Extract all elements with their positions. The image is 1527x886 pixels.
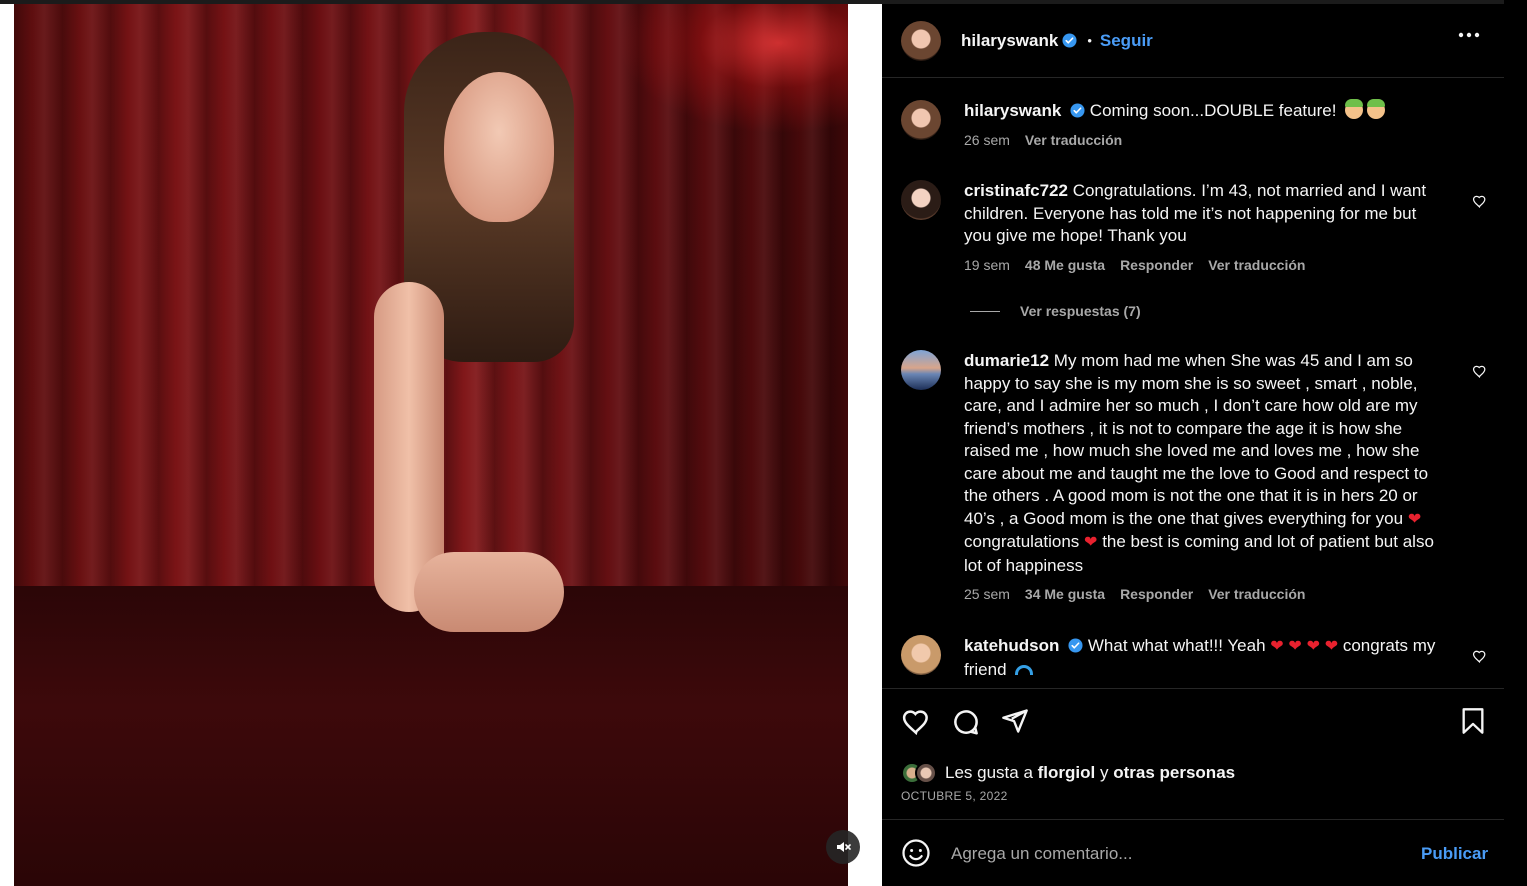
likes-prefix: Les gusta a (945, 763, 1033, 782)
liker-username[interactable]: florgiol (1038, 763, 1096, 782)
comment-like-heart-icon[interactable] (1472, 194, 1487, 208)
view-replies-label: Ver respuestas (7) (1020, 303, 1141, 319)
comment-time: 25 sem (964, 586, 1010, 602)
caption-translate-link[interactable]: Ver traducción (1025, 131, 1122, 149)
comment-reply-button[interactable]: Responder (1120, 256, 1193, 274)
comment-reply-button[interactable]: Responder (1120, 585, 1193, 603)
comment-username[interactable]: katehudson (964, 636, 1059, 655)
post-photo[interactable] (14, 4, 848, 886)
separator-dot: • (1087, 33, 1092, 48)
verified-badge-icon (1070, 103, 1085, 118)
red-heart-emoji-icon: ❤ (1288, 638, 1302, 655)
follow-button[interactable]: Seguir (1100, 31, 1153, 51)
comment-input[interactable] (951, 839, 1391, 869)
baby-emoji-icon (1367, 99, 1386, 119)
post-header: hilaryswank • Seguir (882, 4, 1504, 78)
author-username[interactable]: hilaryswank (961, 31, 1058, 51)
more-options-icon[interactable] (1458, 32, 1480, 38)
comment-username[interactable]: cristinafc722 (964, 181, 1068, 200)
likes-text: Les gusta a florgiol y otras personas (945, 763, 1235, 783)
publish-button[interactable]: Publicar (1421, 844, 1488, 864)
comment-icon[interactable] (951, 707, 981, 737)
comment-translate-link[interactable]: Ver traducción (1208, 585, 1305, 603)
comment-translate-link[interactable]: Ver traducción (1208, 256, 1305, 274)
comment-text: What what what!!! Yeah (1087, 636, 1266, 655)
comment-text: My mom had me when She was 45 and I am s… (964, 351, 1429, 528)
baby-emoji-icon (1345, 99, 1364, 119)
hands-on-belly (414, 552, 564, 632)
liker-avatar (915, 762, 937, 784)
heart-icon[interactable] (901, 707, 931, 735)
red-heart-emoji-icon: ❤ (1084, 534, 1098, 551)
caption-text: Coming soon...DOUBLE feature! (1089, 101, 1337, 120)
post-date: OCTUBRE 5, 2022 (901, 789, 1008, 803)
comment-username[interactable]: dumarie12 (964, 351, 1049, 370)
view-replies-button[interactable]: Ver respuestas (7) (970, 303, 1141, 319)
comment-body: cristinafc722 Congratulations. I’m 43, n… (964, 180, 1448, 274)
caption-meta: 26 sem Ver traducción (964, 131, 1448, 149)
woman-in-floral-dress (304, 12, 724, 886)
caption-username[interactable]: hilaryswank (964, 101, 1061, 120)
share-icon[interactable] (1001, 707, 1029, 735)
bookmark-icon[interactable] (1460, 707, 1486, 735)
comment-avatar[interactable] (901, 180, 941, 220)
post-media-container (0, 0, 882, 886)
replies-divider-line (970, 310, 1000, 312)
caption-body: hilaryswank Coming soon...DOUBLE feature… (964, 99, 1448, 149)
red-heart-emoji-icon: ❤ (1407, 510, 1422, 528)
comment-like-heart-icon[interactable] (1472, 649, 1487, 663)
comment-avatar[interactable] (901, 350, 941, 390)
verified-badge-icon (1068, 638, 1083, 653)
comment-likes[interactable]: 34 Me gusta (1025, 585, 1105, 603)
red-heart-emoji-icon: ❤ (1270, 638, 1284, 655)
comment-meta: 19 sem 48 Me gusta Responder Ver traducc… (964, 256, 1448, 274)
comment-like-heart-icon[interactable] (1472, 364, 1487, 378)
comment-likes[interactable]: 48 Me gusta (1025, 256, 1105, 274)
likes-others-link[interactable]: otras personas (1113, 763, 1235, 782)
likes-joiner: y (1099, 763, 1109, 782)
comment-text: congratulations (964, 532, 1080, 551)
post-side-panel: hilaryswank • Seguir hilaryswank Coming … (882, 0, 1504, 886)
caption-time: 26 sem (964, 131, 1010, 148)
comment-meta: 25 sem 34 Me gusta Responder Ver traducc… (964, 585, 1448, 603)
emoji-icon[interactable] (901, 838, 931, 868)
red-heart-emoji-icon: ❤ (1306, 638, 1320, 655)
comment-body: katehudson What what what!!! Yeah ❤ ❤ ❤ … (964, 635, 1448, 681)
author-avatar[interactable] (901, 20, 941, 61)
face (444, 72, 554, 222)
comment-body: dumarie12 My mom had me when She was 45 … (964, 350, 1448, 603)
comment-time: 19 sem (964, 256, 1010, 273)
caption-avatar[interactable] (901, 100, 941, 140)
rainbow-emoji-icon (1015, 664, 1034, 675)
mute-icon (837, 842, 851, 852)
post-actions: Les gusta a florgiol y otras personas OC… (882, 688, 1504, 820)
right-gutter (1504, 0, 1527, 886)
comments-list[interactable]: hilaryswank Coming soon...DOUBLE feature… (882, 79, 1504, 688)
comment-avatar[interactable] (901, 635, 941, 675)
red-heart-emoji-icon: ❤ (1324, 638, 1339, 655)
mute-button[interactable] (826, 830, 860, 864)
likes-summary[interactable]: Les gusta a florgiol y otras personas (901, 762, 1235, 784)
comment-composer: Publicar (882, 821, 1504, 886)
verified-badge-icon (1062, 33, 1077, 48)
